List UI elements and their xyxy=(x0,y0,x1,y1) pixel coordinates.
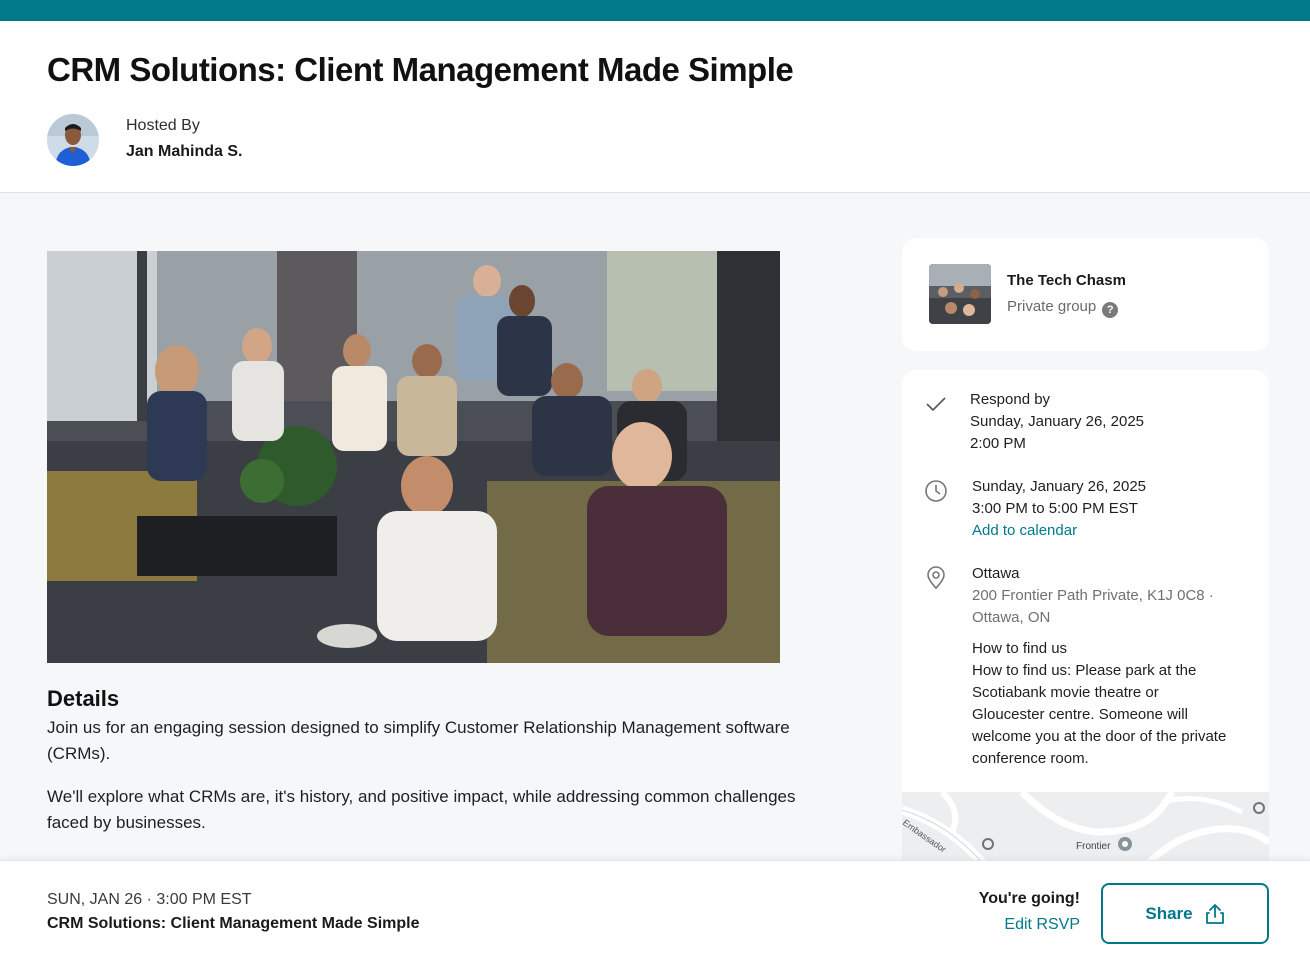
map-label-frontier: Frontier xyxy=(1076,841,1111,852)
event-time-range: 3:00 PM to 5:00 PM EST xyxy=(972,500,1138,517)
event-info-card: Respond by Sunday, January 26, 2025 2:00… xyxy=(902,370,1269,880)
check-icon xyxy=(926,397,946,412)
share-button[interactable]: Share xyxy=(1101,883,1269,944)
event-header: CRM Solutions: Client Management Made Si… xyxy=(0,21,1310,193)
event-photo xyxy=(47,251,780,663)
host-name[interactable]: Jan Mahinda S. xyxy=(126,143,242,161)
share-icon xyxy=(1205,903,1224,924)
location-pin-icon xyxy=(927,566,945,590)
venue-address-line2: Ottawa, ON xyxy=(972,609,1051,626)
details-paragraph: We'll explore what CRMs are, it's histor… xyxy=(47,787,796,832)
hosted-by-label: Hosted By xyxy=(126,117,200,134)
group-thumbnail[interactable] xyxy=(929,264,991,324)
host-avatar[interactable] xyxy=(47,114,99,166)
add-to-calendar-link[interactable]: Add to calendar xyxy=(972,520,1077,542)
clock-icon xyxy=(925,480,947,502)
group-type-label: Private group xyxy=(1007,298,1097,315)
group-name[interactable]: The Tech Chasm xyxy=(1007,272,1126,289)
respond-by-date: Sunday, January 26, 2025 xyxy=(970,413,1145,430)
event-date: Sunday, January 26, 2025 xyxy=(972,478,1147,495)
how-to-find-text: How to find us: Please park at the Scoti… xyxy=(972,662,1227,767)
edit-rsvp-link[interactable]: Edit RSVP xyxy=(1004,916,1080,934)
venue-city[interactable]: Ottawa xyxy=(972,563,1020,585)
rsvp-status: You're going! xyxy=(978,890,1080,907)
top-accent-bar xyxy=(0,0,1310,21)
footer-event-title: CRM Solutions: Client Management Made Si… xyxy=(47,915,420,932)
group-card[interactable]: The Tech Chasm Private group? xyxy=(902,238,1269,351)
share-button-label: Share xyxy=(1145,903,1193,923)
footer-date: SUN, JAN 26 · 3:00 PM EST xyxy=(47,891,252,908)
details-heading: Details xyxy=(47,686,120,711)
details-paragraph: Join us for an engaging session designed… xyxy=(47,718,790,763)
sticky-footer: SUN, JAN 26 · 3:00 PM EST CRM Solutions:… xyxy=(0,860,1310,963)
group-type: Private group? xyxy=(1007,298,1119,318)
venue-address-line1: 200 Frontier Path Private, K1J 0C8 · xyxy=(972,587,1214,604)
how-to-find-label: How to find us xyxy=(972,640,1068,657)
respond-by-label: Respond by xyxy=(970,391,1051,408)
event-title: CRM Solutions: Client Management Made Si… xyxy=(47,51,794,88)
respond-by-time: 2:00 PM xyxy=(970,435,1026,452)
help-icon[interactable]: ? xyxy=(1102,302,1119,318)
